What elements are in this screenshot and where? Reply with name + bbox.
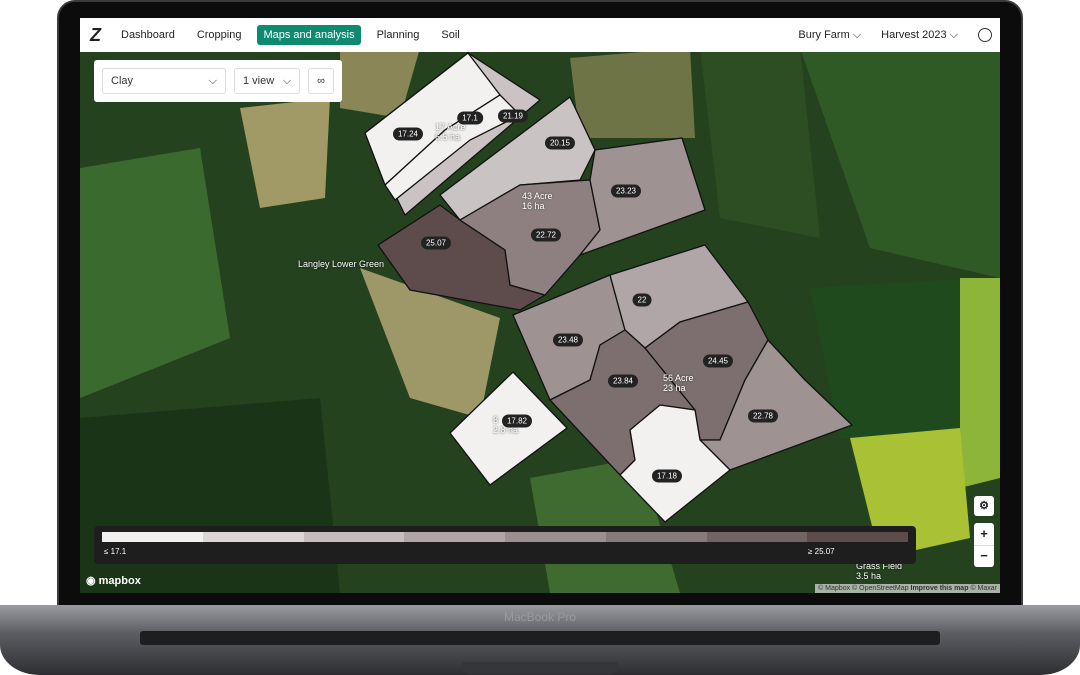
legend-step	[202, 532, 304, 542]
field-label-17-acre: 17 Acre 6.5 ha	[435, 122, 466, 143]
chevron-down-icon: ⌵	[949, 28, 958, 41]
nav-planning[interactable]: Planning	[371, 25, 426, 45]
value-pill[interactable]: 17.24	[392, 127, 424, 141]
legend-step	[505, 532, 606, 542]
compare-button[interactable]: ∞	[308, 68, 334, 94]
zoom-out-button[interactable]: −	[974, 545, 994, 567]
value-pill[interactable]: 22.72	[530, 228, 562, 242]
field-area: 16 ha	[522, 200, 545, 211]
value-pill[interactable]: 17.1	[457, 111, 483, 125]
grass-field-label: Grass Field 3.5 ha	[856, 561, 902, 582]
attribution-text[interactable]: © Mapbox © OpenStreetMap	[818, 585, 908, 592]
zone-23-23[interactable]	[578, 137, 706, 257]
value-pill[interactable]: 20.15	[544, 136, 576, 150]
field-label-43-acre: 43 Acre 16 ha	[522, 191, 553, 212]
device-label: MacBook Pro	[503, 610, 577, 624]
field-area: 6.5 ha	[435, 131, 461, 142]
views-value: 1 view	[242, 75, 275, 87]
value-pill[interactable]: 23.23	[610, 184, 642, 198]
value-pill[interactable]: 24.45	[702, 354, 734, 368]
legend-step	[605, 532, 707, 542]
mapbox-logo: ◉ mapbox	[86, 575, 141, 587]
grass-field-area: 3.5 ha	[856, 570, 882, 581]
field-name: 8	[493, 415, 499, 425]
value-pill[interactable]: 23.84	[607, 374, 639, 388]
harvest-dropdown[interactable]: Harvest 2023 ⌵	[881, 29, 958, 42]
nav-dashboard[interactable]: Dashboard	[115, 25, 181, 45]
legend-step	[404, 532, 505, 542]
zoom-in-button[interactable]: +	[974, 523, 994, 545]
value-pill[interactable]: 22.78	[747, 409, 779, 423]
value-pill[interactable]: 21.19	[497, 109, 529, 123]
color-legend: ≤ 17.1 ≥ 25.07	[94, 526, 916, 564]
top-nav: Z Dashboard Cropping Maps and analysis P…	[80, 18, 1000, 52]
legend-step	[807, 532, 908, 542]
legend-gradient	[102, 532, 908, 542]
field-name: 56 Acre	[663, 373, 694, 383]
field-area: 23 ha	[663, 382, 686, 393]
maxar-attribution[interactable]: © Maxar	[970, 585, 997, 592]
place-label: Langley Lower Green	[298, 259, 385, 269]
chevron-down-icon: ⌵	[852, 28, 862, 41]
zoom-controls: + −	[974, 523, 994, 567]
harvest-name: Harvest 2023	[881, 28, 947, 41]
user-account-icon[interactable]	[978, 28, 992, 42]
value-pill[interactable]: 25.07	[420, 236, 452, 250]
app-logo[interactable]: Z	[90, 25, 101, 46]
chevron-down-icon: ⌵	[208, 74, 217, 87]
map-settings-button[interactable]: ⚙	[974, 496, 994, 516]
binoculars-icon: ∞	[317, 75, 325, 87]
trackpad-notch	[462, 662, 618, 674]
legend-min: ≤ 17.1	[104, 547, 127, 556]
map-attribution: © Mapbox © OpenStreetMap Improve this ma…	[815, 584, 1000, 593]
legend-step	[303, 532, 405, 542]
layer-select[interactable]: Clay ⌵	[102, 68, 226, 94]
field-label-56-acre: 56 Acre 23 ha	[663, 373, 694, 394]
nav-soil[interactable]: Soil	[435, 25, 465, 45]
field-overlay	[364, 52, 854, 523]
keyboard	[140, 631, 940, 645]
chevron-down-icon: ⌵	[282, 74, 292, 87]
farm-dropdown[interactable]: Bury Farm ⌵	[798, 29, 861, 42]
legend-step	[102, 532, 203, 542]
value-pill[interactable]: 17.18	[651, 469, 683, 483]
nav-cropping[interactable]: Cropping	[191, 25, 248, 45]
mapbox-wordmark: mapbox	[98, 575, 141, 587]
value-pill[interactable]: 23.48	[552, 333, 584, 347]
layer-value: Clay	[111, 75, 134, 87]
nav-maps-and-analysis[interactable]: Maps and analysis	[257, 25, 361, 45]
legend-max: ≥ 25.07	[808, 547, 835, 556]
value-pill[interactable]: 22	[632, 293, 652, 307]
views-select[interactable]: 1 view ⌵	[233, 68, 301, 94]
legend-step	[706, 532, 808, 542]
value-pill[interactable]: 17.82	[501, 414, 533, 428]
map-controls-panel: Clay ⌵ 1 view ⌵ ∞	[94, 60, 342, 102]
app-screen: Langley Lower Green Grass Field 3.5 ha Z …	[80, 18, 1000, 593]
gear-icon: ⚙	[979, 500, 989, 512]
farm-name: Bury Farm	[798, 28, 850, 41]
improve-map-link[interactable]: Improve this map	[911, 585, 969, 592]
field-name: 43 Acre	[522, 191, 553, 201]
